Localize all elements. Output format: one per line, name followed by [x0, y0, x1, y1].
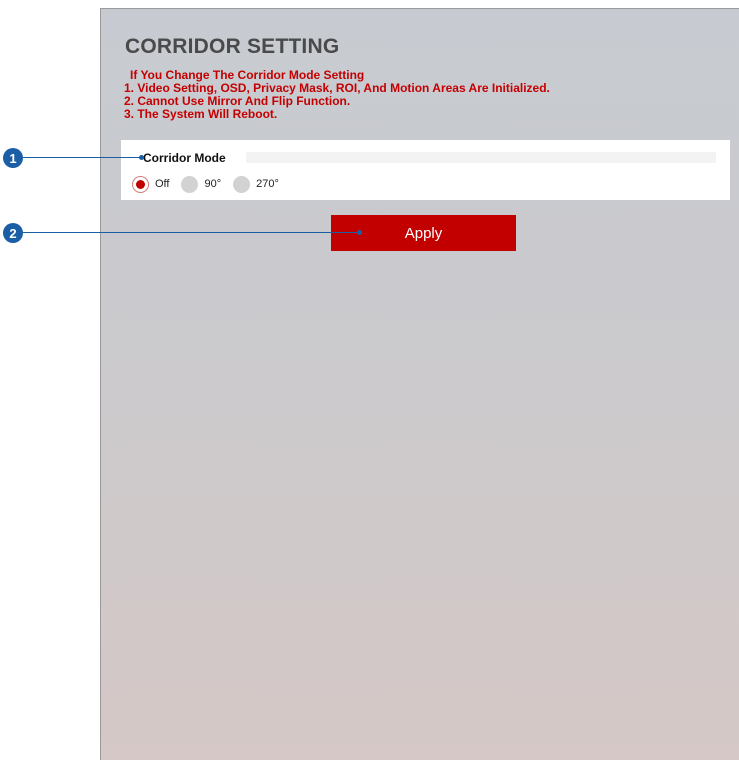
radio-270[interactable]	[233, 175, 251, 193]
settings-panel: CORRIDOR SETTING If You Change The Corri…	[100, 8, 739, 760]
callout-dot-1	[139, 155, 144, 160]
callout-badge-1: 1	[3, 148, 23, 168]
callout-line-1	[23, 157, 141, 158]
corridor-mode-off-option[interactable]: Off	[132, 175, 170, 193]
corridor-mode-90-option[interactable]: 90°	[181, 175, 222, 193]
radio-90[interactable]	[181, 175, 199, 193]
corridor-mode-card: Corridor Mode Off 90° 270°	[121, 140, 730, 200]
callout-badge-2: 2	[3, 223, 23, 243]
radio-90-label: 90°	[204, 178, 222, 190]
warning-line: 3. The System Will Reboot.	[124, 107, 278, 121]
radio-off[interactable]	[132, 175, 149, 193]
callout-dot-2	[357, 230, 362, 235]
page-title: CORRIDOR SETTING	[125, 35, 340, 58]
radio-off-label: Off	[155, 178, 170, 190]
corridor-mode-270-option[interactable]: 270°	[233, 175, 279, 193]
section-divider	[246, 152, 716, 163]
callout-line-2	[23, 232, 359, 233]
radio-270-label: 270°	[256, 178, 279, 190]
warning-notice: If You Change The Corridor Mode Setting …	[124, 69, 550, 121]
corridor-mode-radio-group: Off 90° 270°	[132, 175, 291, 193]
corridor-mode-label: Corridor Mode	[143, 151, 226, 165]
